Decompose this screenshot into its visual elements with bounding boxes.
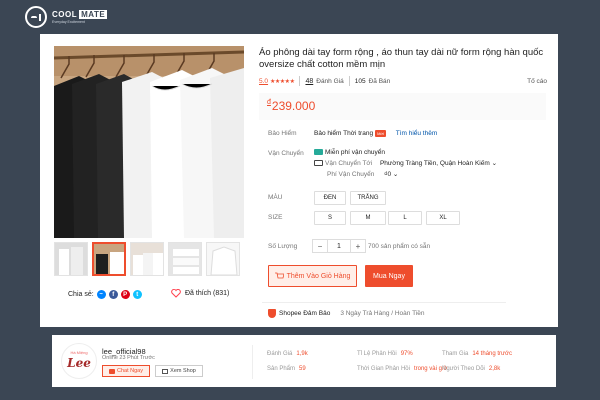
thumbnail-4[interactable] xyxy=(168,242,202,276)
shop-icon xyxy=(162,368,169,374)
share-row: Chia sẻ: ~ f P t xyxy=(68,290,142,299)
free-ship-row: Miễn phí vận chuyển xyxy=(314,149,385,156)
currency-symbol: đ xyxy=(267,99,271,106)
size-option-s[interactable]: S xyxy=(314,211,346,225)
buy-now-button[interactable]: Mua Ngay xyxy=(365,265,413,287)
ship-to-label: Vận Chuyển Tới xyxy=(325,160,373,167)
learn-more-link[interactable]: Tìm hiểu thêm xyxy=(396,130,438,137)
size-option-m[interactable]: M xyxy=(350,211,386,225)
product-card: Chia sẻ: ~ f P t Đã thích (831) Áo phông… xyxy=(40,34,558,327)
shop-logo-text: Lee xyxy=(67,356,91,370)
insurance-text: Bảo hiểm Thời trang xyxy=(314,130,374,138)
share-label: Chia sẻ: xyxy=(68,291,94,298)
coolmate-logo-icon xyxy=(25,6,47,28)
like-label: Đã thích (831) xyxy=(185,290,230,297)
ship-fee-label: Phí Vận Chuyển xyxy=(327,171,375,178)
shipping-label: Vận Chuyển xyxy=(268,150,304,157)
sold-label: Đã Bán xyxy=(368,77,391,85)
cart-icon xyxy=(274,272,284,279)
thumbnail-3[interactable] xyxy=(130,242,164,276)
ship-fee-row: Phí Vận Chuyển ₫0 ⌄ xyxy=(327,170,398,178)
shop-logo-small-text: Hà Miệng xyxy=(70,350,88,355)
size-option-xl[interactable]: XL xyxy=(426,211,460,225)
chevron-down-icon[interactable]: ⌄ xyxy=(393,171,398,178)
free-ship-text: Miễn phí vận chuyển xyxy=(325,149,385,156)
product-title: Áo phông dài tay form rộng , áo thun tay… xyxy=(259,47,544,70)
shop-online-status: Online 23 Phút Trước xyxy=(102,355,155,361)
price-box: đ239.000 xyxy=(259,93,546,120)
stat-reviews: Đánh Giá 1,9k xyxy=(267,351,308,357)
insurance-text-row: Bảo hiểm Thời trang Mới Tìm hiểu thêm xyxy=(314,130,437,137)
reviews-label: Đánh Giá xyxy=(316,77,344,85)
color-label: MÀU xyxy=(268,194,283,201)
qty-minus-button[interactable]: − xyxy=(312,239,328,253)
insurance-label: Bảo Hiểm xyxy=(268,130,297,137)
new-badge: Mới xyxy=(375,130,386,137)
rating-stars: ★★★★★ xyxy=(270,78,295,85)
stat-response-rate: Tỉ Lệ Phản Hồi 97% xyxy=(357,351,413,357)
view-shop-button[interactable]: Xem Shop xyxy=(155,365,203,377)
shopee-guarantee[interactable]: Shopee Đảm Bảo 3 Ngày Trả Hàng / Hoàn Ti… xyxy=(268,309,425,318)
shop-avatar[interactable]: Hà Miệng Lee xyxy=(61,343,97,379)
chat-now-button[interactable]: Chat Ngay xyxy=(102,365,150,377)
ship-fee-value[interactable]: ₫0 xyxy=(384,171,391,178)
shop-card: Hà Miệng Lee lee_official98 Online 23 Ph… xyxy=(52,335,556,387)
messenger-icon[interactable]: ~ xyxy=(96,290,106,299)
like-button[interactable]: Đã thích (831) xyxy=(171,289,229,298)
stat-products: Sản Phẩm 59 xyxy=(267,366,306,372)
size-label: SIZE xyxy=(268,214,283,221)
stock-text: 700 sản phẩm có sẵn xyxy=(368,243,431,250)
pinterest-icon[interactable]: P xyxy=(120,290,130,299)
facebook-icon[interactable]: f xyxy=(108,290,118,299)
chat-now-label: Chat Ngay xyxy=(117,368,143,374)
color-option-black[interactable]: ĐEN xyxy=(314,191,346,205)
thumbnail-2[interactable] xyxy=(92,242,126,276)
brand-logo[interactable]: COOL MATE Everyday Excitement xyxy=(25,6,108,28)
price: đ239.000 xyxy=(267,99,315,113)
size-option-l[interactable]: L xyxy=(388,211,422,225)
view-shop-label: Xem Shop xyxy=(170,368,196,374)
twitter-icon[interactable]: t xyxy=(132,290,142,299)
reviews-count[interactable]: 48 xyxy=(305,78,313,85)
rating-value[interactable]: 5.0 xyxy=(259,78,268,85)
add-to-cart-label: Thêm Vào Giỏ Hàng xyxy=(286,272,351,280)
brand-name-left: COOL xyxy=(52,10,78,19)
quantity-label: Số Lượng xyxy=(268,243,298,250)
brand-tagline: Everyday Excitement xyxy=(52,20,85,24)
product-main-image[interactable] xyxy=(54,46,244,238)
thumbnail-5[interactable] xyxy=(206,242,240,276)
stat-followers: Người Theo Dõi 2,8k xyxy=(442,366,501,372)
truck-icon xyxy=(314,160,323,167)
ship-to-row: Vận Chuyển Tới Phường Tràng Tiền, Quận H… xyxy=(314,159,497,167)
heart-icon xyxy=(171,289,181,298)
add-to-cart-button[interactable]: Thêm Vào Giỏ Hàng xyxy=(268,265,357,287)
qty-input[interactable]: 1 xyxy=(328,239,350,253)
ship-to-value[interactable]: Phường Tràng Tiền, Quận Hoàn Kiếm xyxy=(380,160,490,167)
color-option-white[interactable]: TRẮNG xyxy=(350,191,386,205)
quantity-stepper: − 1 + xyxy=(312,239,366,253)
chevron-down-icon[interactable]: ⌄ xyxy=(492,160,497,167)
top-header: COOL MATE Everyday Excitement xyxy=(0,0,600,34)
stat-joined: Tham Gia 14 tháng trước xyxy=(442,351,512,357)
chat-icon xyxy=(109,368,115,374)
sold-count: 105 xyxy=(354,77,366,85)
stat-response-time: Thời Gian Phản Hồi trong vài giờ xyxy=(357,366,448,372)
guarantee-text: 3 Ngày Trả Hàng / Hoàn Tiền xyxy=(340,310,425,317)
thumbnail-strip xyxy=(54,242,240,276)
rating-row: 5.0 ★★★★★ 48 Đánh Giá 105 Đã Bán Tố cáo xyxy=(259,76,547,86)
report-link[interactable]: Tố cáo xyxy=(527,78,547,85)
qty-plus-button[interactable]: + xyxy=(350,239,366,253)
shield-icon xyxy=(268,309,276,318)
price-value: 239.000 xyxy=(271,99,316,113)
brand-name-right: MATE xyxy=(79,10,108,19)
thumbnail-1[interactable] xyxy=(54,242,88,276)
free-shipping-icon xyxy=(314,149,323,156)
guarantee-title: Shopee Đảm Bảo xyxy=(279,310,331,317)
